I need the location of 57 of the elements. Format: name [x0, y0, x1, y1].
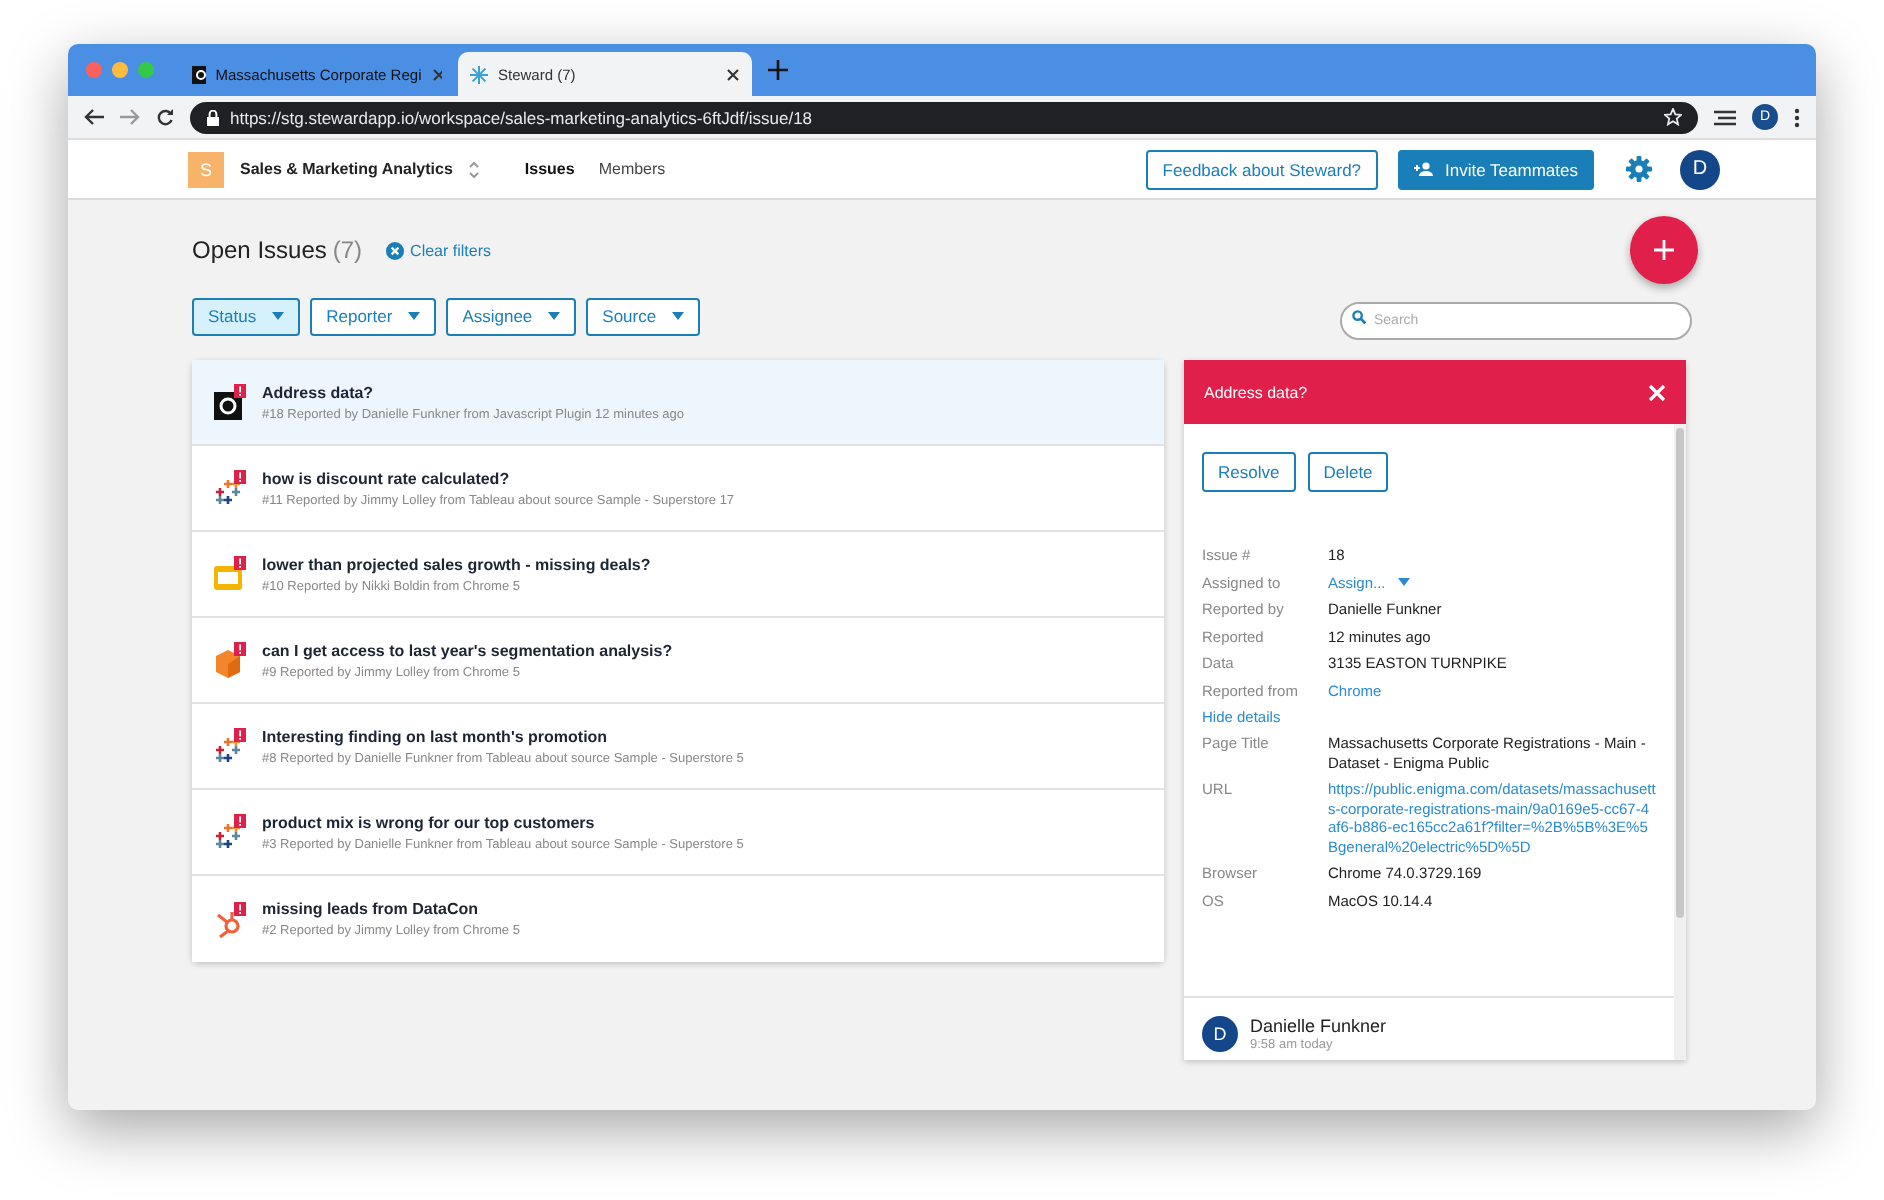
action-button[interactable]: Delete: [1307, 452, 1389, 492]
new-tab-icon[interactable]: [768, 60, 788, 80]
updown-chevron-icon[interactable]: [468, 159, 481, 179]
clear-filters-link[interactable]: Clear filters: [386, 241, 491, 259]
issue-title: missing leads from DataCon: [262, 900, 481, 918]
caret-icon: [672, 312, 685, 320]
issue-title: Interesting finding on last month's promotion: [262, 727, 610, 745]
invite-button[interactable]: Invite Teammates: [1397, 149, 1594, 189]
filter-dropdown[interactable]: Source: [586, 297, 701, 335]
slide-icon: [212, 556, 248, 592]
back-arrow-icon[interactable]: [84, 108, 104, 126]
add-button[interactable]: [1630, 216, 1698, 284]
plus-icon: [1654, 240, 1674, 260]
commenter-avatar: D: [1202, 1016, 1238, 1052]
address-field[interactable]: https://stg.stewardapp.io/workspace/sales-marketing-analytics-6ftJdf/issue/18: [190, 101, 1698, 133]
sparkle-icon: [470, 65, 488, 83]
caret-icon: [272, 312, 285, 320]
reload-icon[interactable]: [156, 108, 174, 126]
caret-icon: [1397, 578, 1410, 587]
sprocket-icon: [212, 901, 248, 937]
more-dots-icon[interactable]: [1794, 107, 1800, 127]
issue-title: Address data?: [262, 383, 376, 401]
people-icon: [1413, 162, 1436, 176]
nav-link[interactable]: Members: [598, 160, 666, 178]
url-text: https://stg.stewardapp.io/workspace/sales-marketing-analytics-6ftJdf/issue/18: [230, 107, 815, 127]
caret-icon: [408, 312, 421, 320]
scrollbar[interactable]: [1674, 424, 1686, 1060]
page-title: Open Issues (7): [192, 236, 363, 264]
issue-title: how is discount rate calculated?: [262, 469, 512, 487]
close-icon[interactable]: [726, 67, 740, 81]
dark-tile-icon: [192, 65, 206, 83]
cube-icon: [212, 642, 248, 678]
filter-dropdown[interactable]: Status: [192, 297, 301, 335]
nav-link[interactable]: Issues: [524, 160, 575, 178]
workspace-name[interactable]: Sales & Marketing Analytics: [240, 160, 453, 178]
feedback-button[interactable]: Feedback about Steward?: [1146, 149, 1378, 189]
user-avatar[interactable]: D: [1680, 149, 1720, 189]
issue-title: lower than projected sales growth - missing deals?: [262, 555, 651, 573]
settings-icon[interactable]: [1626, 156, 1652, 182]
caret-icon: [548, 312, 561, 320]
commenter-name: Danielle Funkner: [1250, 1016, 1387, 1036]
menu-lines-icon[interactable]: [1714, 109, 1736, 125]
issue-title: can I get access to last year's segmentation analysis?: [262, 641, 673, 659]
dark-tile-icon: [212, 384, 248, 420]
action-button[interactable]: Resolve: [1202, 452, 1296, 492]
colored-crosses-icon: [212, 728, 248, 764]
forward-arrow-icon[interactable]: [120, 108, 140, 126]
colored-crosses-icon: [212, 814, 248, 850]
filter-dropdown[interactable]: Assignee: [446, 297, 577, 335]
workspace-tile: S: [188, 151, 224, 187]
filter-dropdown[interactable]: Reporter: [310, 297, 437, 335]
colored-crosses-icon: [212, 470, 248, 506]
issue-title: product mix is wrong for our top customers: [262, 813, 597, 831]
detail-title: Address data?: [1204, 383, 1308, 401]
lock-icon: [206, 109, 220, 125]
star-icon[interactable]: [1664, 108, 1682, 126]
clear-icon: [386, 241, 405, 259]
